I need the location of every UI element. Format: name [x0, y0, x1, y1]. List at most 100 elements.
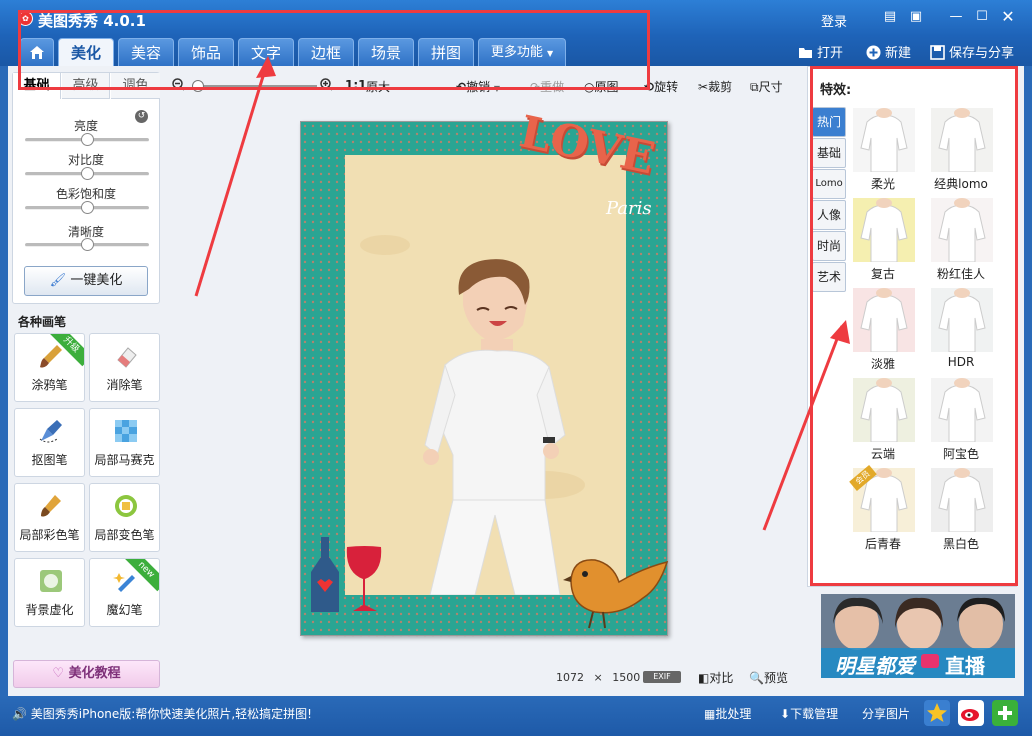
close-icon[interactable]: ✕ [998, 8, 1018, 26]
pen-cutout-icon [39, 420, 62, 443]
save-share-button[interactable]: 保存与分享 [930, 42, 1014, 61]
sharpness-slider[interactable] [25, 238, 149, 251]
category-basic[interactable]: 基础 [812, 138, 846, 168]
zoom-out-icon [172, 78, 185, 91]
tab-border[interactable]: 边框 [298, 38, 354, 66]
basic-adjust-panel: 基础 高级 调色 ↺ 亮度 对比度 色彩饱和度 清晰度 🖌 一键美化 [12, 72, 160, 304]
eraser-brush-button[interactable]: 消除笔 [89, 333, 160, 402]
share-qzone-button[interactable] [924, 700, 950, 726]
cartoon-boy-figure [360, 235, 585, 595]
effect-item[interactable]: 淡雅 [850, 288, 916, 374]
effect-item[interactable]: 经典lomo [928, 108, 994, 194]
feedback-icon[interactable]: ▤ [880, 8, 900, 26]
effect-item[interactable]: HDR [928, 288, 994, 374]
brightness-slider[interactable] [25, 133, 149, 146]
maximize-icon[interactable]: ☐ [972, 8, 992, 26]
tab-collage[interactable]: 拼图 [418, 38, 474, 66]
category-lomo[interactable]: Lomo [812, 169, 846, 199]
menu-icon[interactable]: ▣ [906, 8, 926, 26]
undo-icon: ↶ [456, 80, 467, 94]
mosaic-brush-button[interactable]: 局部马赛克 [89, 408, 160, 477]
zoom-in-button[interactable] [320, 78, 335, 96]
magic-brush-button[interactable]: new 魔幻笔 [89, 558, 160, 627]
zoom-out-button[interactable] [172, 78, 187, 96]
tab-scene[interactable]: 场景 [358, 38, 414, 66]
contrast-knob[interactable] [81, 167, 94, 180]
original-size-button[interactable]: 原大 [366, 78, 390, 96]
redo-button[interactable]: ↷重做 [530, 78, 564, 96]
effect-thumbnail [931, 108, 993, 172]
effect-item[interactable]: 复古 [850, 198, 916, 284]
open-button[interactable]: 打开 [798, 42, 843, 61]
compare-button[interactable]: ◧对比 [698, 669, 733, 686]
undo-button[interactable]: ↶撤销 ▼ [456, 78, 500, 96]
preview-icon: 🔍 [749, 671, 764, 685]
home-icon [30, 46, 44, 59]
zoom-knob[interactable] [192, 80, 204, 92]
saturation-slider[interactable] [25, 201, 149, 214]
effect-item[interactable]: 柔光 [850, 108, 916, 194]
effect-item[interactable]: 粉红佳人 [928, 198, 994, 284]
subtab-color[interactable]: 调色 [111, 73, 160, 99]
main-nav: 美化 美容 饰品 文字 边框 场景 拼图 更多功能 ▼ 打开 新建 保存与分享 [0, 36, 1032, 66]
share-weibo-button[interactable] [958, 700, 984, 726]
redo-icon: ↷ [530, 80, 541, 94]
download-manager-button[interactable]: ⬇下载管理 [780, 705, 838, 722]
brightness-knob[interactable] [81, 133, 94, 146]
tab-home[interactable] [20, 38, 54, 66]
original-image-button[interactable]: ○原图 [584, 78, 619, 96]
category-fashion[interactable]: 时尚 [812, 231, 846, 261]
background-blur-button[interactable]: 背景虚化 [14, 558, 85, 627]
tab-beautify[interactable]: 美化 [58, 38, 114, 66]
more-share-button[interactable] [992, 700, 1018, 726]
subtab-basic[interactable]: 基础 [13, 73, 61, 99]
category-hot[interactable]: 热门 [812, 107, 846, 137]
effect-thumbnail [931, 468, 993, 532]
eraser-brush-label: 消除笔 [106, 378, 143, 392]
ad-live-text: 直播 [945, 654, 985, 678]
cutout-brush-button[interactable]: 抠图笔 [14, 408, 85, 477]
tab-accessories[interactable]: 饰品 [178, 38, 234, 66]
chevron-down-icon: ▼ [547, 49, 554, 58]
resize-button[interactable]: ⧉尺寸 [750, 78, 783, 96]
cutout-brush-label: 抠图笔 [31, 453, 68, 467]
rotate-button[interactable]: ⟲旋转 [644, 78, 678, 96]
status-message[interactable]: 🔊 美图秀秀iPhone版:帮你快速美化照片,轻松搞定拼图! [12, 705, 312, 722]
login-link[interactable]: 登录 [821, 11, 847, 30]
category-art[interactable]: 艺术 [812, 262, 846, 292]
beautify-tutorial-button[interactable]: ♡ 美化教程 [13, 660, 160, 688]
saturation-knob[interactable] [81, 201, 94, 214]
effect-item[interactable]: 黑白色 [928, 468, 994, 554]
effect-thumbnail [853, 108, 915, 172]
minimize-icon[interactable]: — [946, 8, 966, 26]
effect-item[interactable]: 云端 [850, 378, 916, 464]
color-brush-button[interactable]: 局部彩色笔 [14, 483, 85, 552]
effect-item[interactable]: 会员 后青春 [849, 465, 916, 554]
compare-icon: ◧ [698, 671, 710, 685]
photo-canvas[interactable]: LOVE Paris [300, 106, 669, 637]
effect-item[interactable]: 阿宝色 [928, 378, 994, 464]
batch-process-button[interactable]: ▦批处理 [704, 705, 751, 722]
tab-more[interactable]: 更多功能 ▼ [478, 38, 566, 66]
background-blur-label: 背景虚化 [25, 603, 74, 617]
one-click-beautify-button[interactable]: 🖌 一键美化 [24, 266, 148, 296]
category-portrait[interactable]: 人像 [812, 200, 846, 230]
undo-label: 撤销 [466, 80, 491, 94]
contrast-slider[interactable] [25, 167, 149, 180]
exif-button[interactable]: EXIF [643, 671, 681, 683]
recolor-brush-button[interactable]: 局部变色笔 [89, 483, 160, 552]
preview-button[interactable]: 🔍预览 [749, 669, 788, 686]
subtab-advanced[interactable]: 高级 [62, 73, 110, 99]
crop-button[interactable]: ✂裁剪 [698, 78, 732, 96]
doodle-brush-button[interactable]: 升级 涂鸦笔 [14, 333, 85, 402]
zoom-ratio[interactable]: 1:1 [345, 78, 367, 96]
bottle-glass-sticker [311, 537, 382, 612]
effect-label: HDR [947, 355, 975, 369]
tab-text[interactable]: 文字 [238, 38, 294, 66]
ad-banner[interactable]: 明星都爱 直播 [821, 594, 1015, 678]
tab-beauty[interactable]: 美容 [118, 38, 174, 66]
effect-thumbnail [853, 378, 915, 442]
zoom-slider[interactable] [192, 80, 317, 92]
new-button[interactable]: 新建 [866, 42, 911, 61]
sharpness-knob[interactable] [81, 238, 94, 251]
